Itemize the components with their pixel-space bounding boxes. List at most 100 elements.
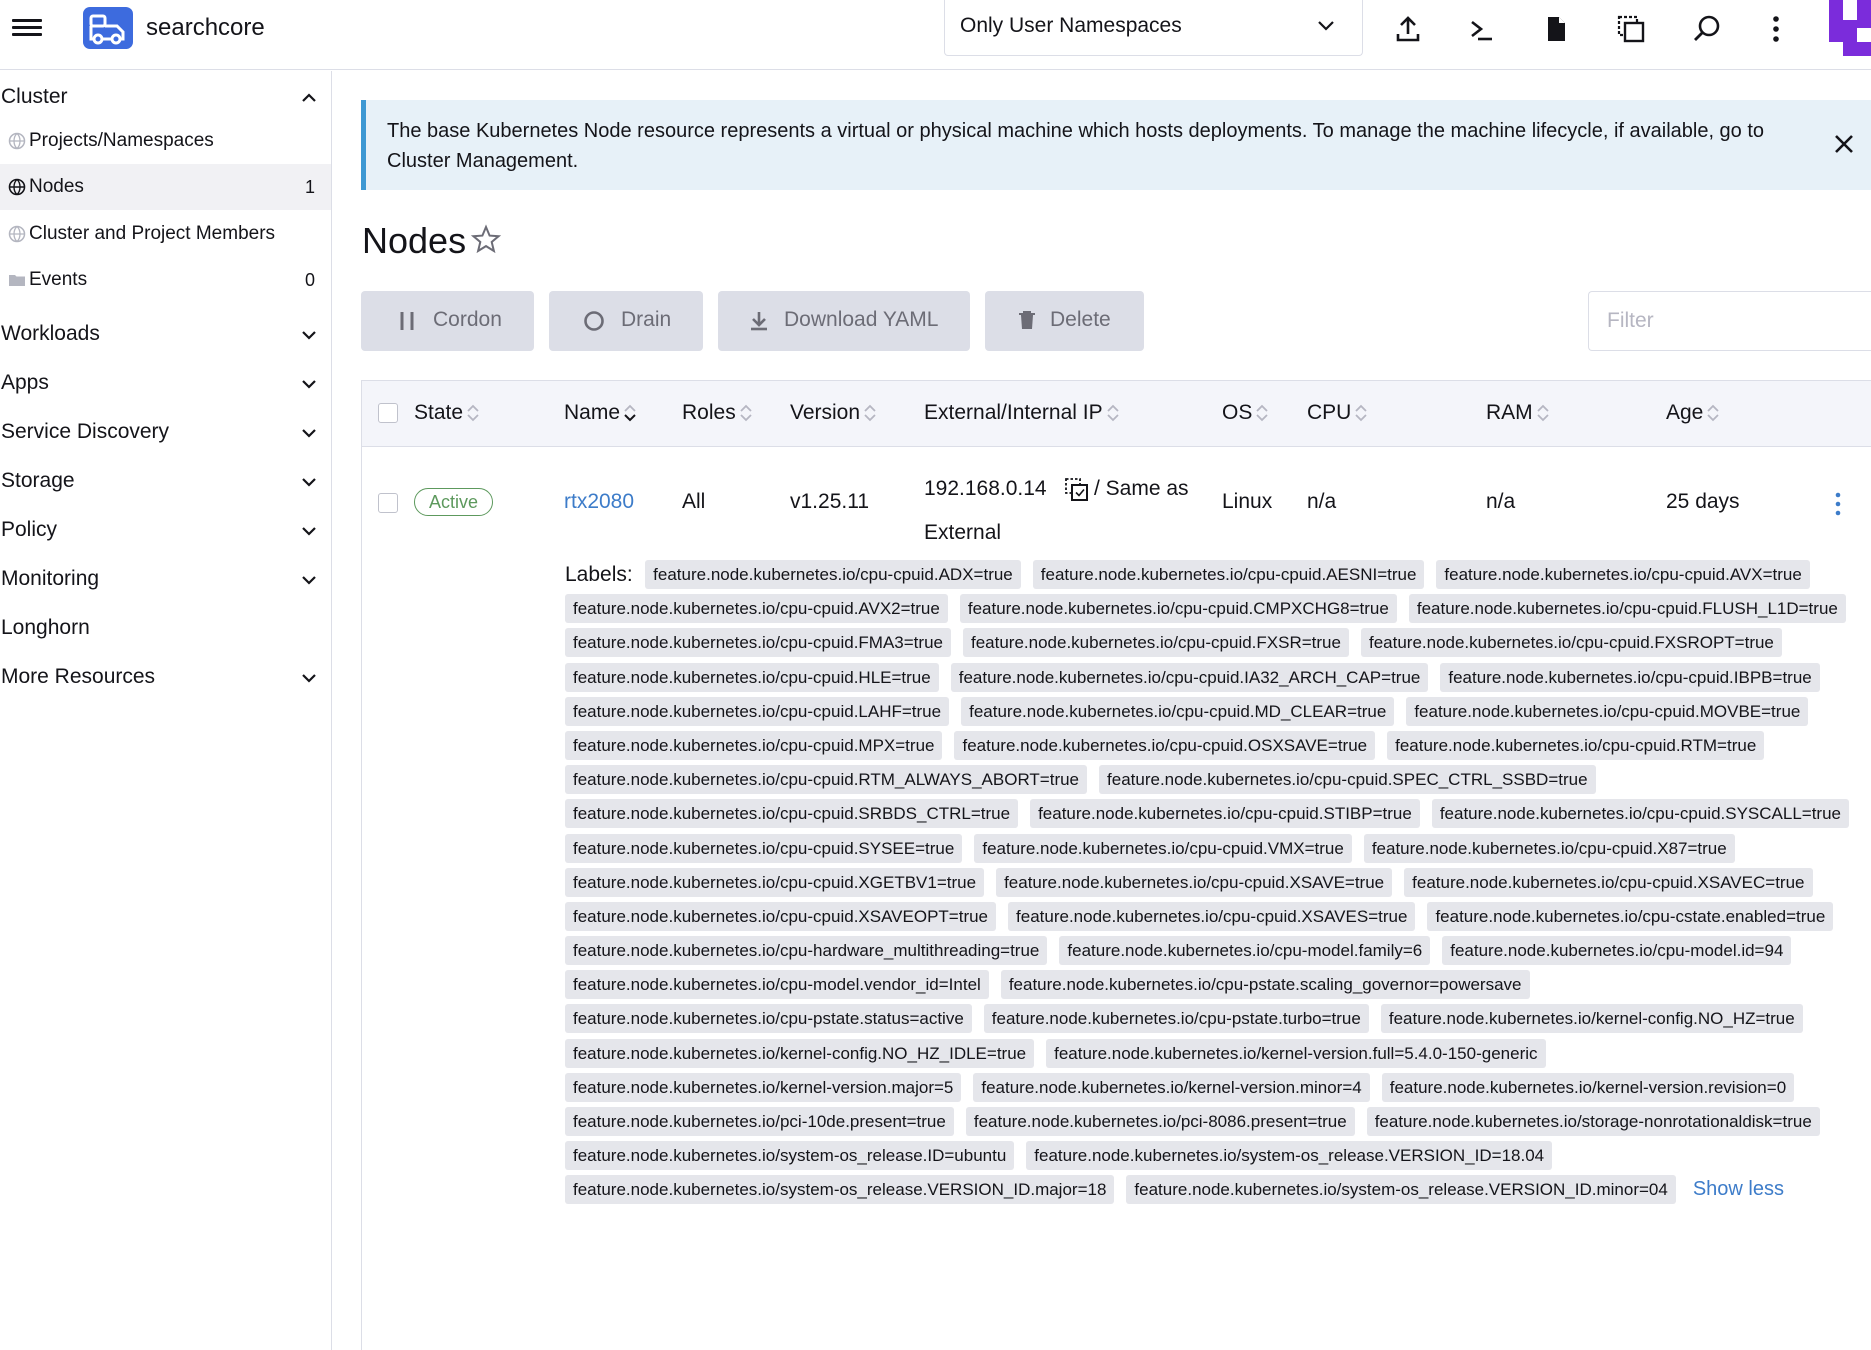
sidebar-group-label: Workloads [1,322,100,345]
label-chip: feature.node.kubernetes.io/kernel-versio… [973,1072,1370,1102]
pause-icon [400,312,414,330]
kubeconfig-file-icon[interactable] [1539,12,1573,46]
kubectl-shell-icon[interactable] [1464,12,1498,46]
sidebar-group-policy[interactable]: Policy [0,508,332,552]
column-header-os[interactable]: OS [1222,401,1270,425]
node-version: v1.25.11 [790,490,870,513]
sidebar-group-label: More Resources [1,665,156,688]
download-yaml-button[interactable]: Download YAML [718,291,970,351]
close-icon[interactable] [1830,130,1858,158]
chevron-down-icon [302,576,316,585]
sidebar-item-cluster-members[interactable]: Cluster and Project Members [0,211,331,257]
sidebar-group-longhorn[interactable]: Longhorn [0,606,332,650]
column-header-version[interactable]: Version [790,401,878,425]
sidebar-item-events[interactable]: Events 0 [0,257,331,303]
chevron-down-icon [302,429,316,438]
label-chip: feature.node.kubernetes.io/cpu-cpuid.XSA… [996,867,1393,897]
node-name-link[interactable]: rtx2080 [564,490,634,514]
more-options-icon[interactable] [1759,12,1793,46]
trash-icon [1019,311,1035,329]
label-chip: feature.node.kubernetes.io/storage-nonro… [1366,1107,1820,1136]
label-chip: feature.node.kubernetes.io/cpu-model.fam… [1059,936,1431,966]
sidebar-item-count: 0 [304,270,315,290]
sidebar-group-label: Service Discovery [1,420,170,443]
column-header-ram[interactable]: RAM [1486,401,1551,425]
namespace-filter-select[interactable]: Only User Namespaces [944,0,1363,56]
node-os: Linux [1222,490,1273,513]
sidebar-group-cluster[interactable]: Cluster [0,75,332,119]
chevron-down-icon [302,331,316,340]
chevron-down-icon [302,674,316,683]
node-internal-ip: / Same as [1094,477,1189,500]
sidebar-group-workloads[interactable]: Workloads [0,312,332,356]
label-chip: feature.node.kubernetes.io/cpu-cpuid.X87… [1363,833,1735,863]
sort-icon [467,405,479,422]
label-chip: feature.node.kubernetes.io/cpu-pstate.sc… [1000,970,1530,1000]
sort-icon [740,405,752,422]
favorite-star-icon[interactable] [470,224,502,256]
label-chip: feature.node.kubernetes.io/system-os_rel… [565,1175,1115,1205]
label-chip: feature.node.kubernetes.io/cpu-pstate.st… [565,1004,972,1034]
drain-button[interactable]: Drain [549,291,703,351]
filter-input[interactable] [1588,291,1871,351]
table-header: State Name Roles Version External/Intern… [362,381,1871,447]
column-header-roles[interactable]: Roles [682,401,754,425]
sidebar-group-label: Apps [1,371,49,394]
select-all-checkbox[interactable] [378,403,398,423]
sidebar-group-service-discovery[interactable]: Service Discovery [0,410,332,454]
node-internal-ip-cont: External [924,521,1002,544]
column-header-cpu[interactable]: CPU [1307,401,1369,425]
download-icon [751,312,767,331]
sort-icon [1256,405,1268,422]
label-chip: feature.node.kubernetes.io/cpu-cpuid.AVX… [565,594,948,624]
node-age: 25 days [1666,490,1740,513]
copy-icon[interactable] [1064,477,1090,503]
label-chip: feature.node.kubernetes.io/cpu-cpuid.OSX… [954,730,1376,760]
copy-kubeconfig-icon[interactable] [1614,12,1648,46]
label-chip: feature.node.kubernetes.io/cpu-cpuid.MD_… [961,696,1395,726]
sidebar: Cluster Projects/Namespaces Nodes 1 Clus… [0,71,332,1350]
label-chip: feature.node.kubernetes.io/cpu-cpuid.XSA… [565,901,997,931]
cluster-logo-icon[interactable] [83,7,133,49]
label-chip: feature.node.kubernetes.io/cpu-cpuid.STI… [1030,799,1420,829]
label-chip: feature.node.kubernetes.io/cpu-cpuid.SPE… [1099,765,1596,795]
show-less-link[interactable]: Show less [1693,1175,1784,1204]
label-chip: feature.node.kubernetes.io/cpu-cpuid.FLU… [1408,594,1846,624]
cordon-button[interactable]: Cordon [361,291,534,351]
sidebar-group-storage[interactable]: Storage [0,459,332,503]
user-avatar-icon[interactable] [1829,0,1871,56]
search-icon[interactable] [1690,12,1724,46]
label-chip: feature.node.kubernetes.io/cpu-cpuid.RTM… [1387,730,1765,760]
label-chip: feature.node.kubernetes.io/pci-8086.pres… [965,1107,1355,1136]
chevron-down-icon [302,527,316,536]
sidebar-group-apps[interactable]: Apps [0,361,332,405]
sort-icon [864,405,876,422]
globe-icon [8,178,26,196]
label-chip: feature.node.kubernetes.io/cpu-cpuid.MPX… [565,730,943,760]
sidebar-group-label: Cluster [1,85,68,108]
info-banner: The base Kubernetes Node resource repres… [361,100,1871,190]
label-chip: feature.node.kubernetes.io/kernel-config… [565,1038,1035,1068]
labels-title: Labels: [565,563,633,586]
sidebar-group-more-resources[interactable]: More Resources [0,655,332,699]
delete-button[interactable]: Delete [985,291,1144,351]
column-header-state[interactable]: State [414,401,481,425]
label-chip: feature.node.kubernetes.io/cpu-cpuid.SYS… [565,833,963,863]
sidebar-item-nodes[interactable]: Nodes 1 [0,164,331,210]
label-chip: feature.node.kubernetes.io/cpu-cpuid.VMX… [974,833,1352,863]
menu-icon[interactable] [12,16,42,46]
sort-icon [1355,405,1367,422]
sidebar-group-monitoring[interactable]: Monitoring [0,557,332,601]
download-yaml-button-label: Download YAML [784,308,939,331]
sidebar-item-projects-namespaces[interactable]: Projects/Namespaces [0,118,331,164]
label-chip: feature.node.kubernetes.io/kernel-config… [1380,1004,1803,1034]
column-header-ip[interactable]: External/Internal IP [924,401,1121,425]
row-actions-icon[interactable] [1828,491,1848,517]
label-chip: feature.node.kubernetes.io/pci-10de.pres… [565,1107,954,1136]
column-header-name[interactable]: Name [564,401,638,425]
label-chip: feature.node.kubernetes.io/cpu-cpuid.ADX… [645,560,1021,589]
label-chip: feature.node.kubernetes.io/cpu-cpuid.XSA… [1404,867,1813,897]
column-header-age[interactable]: Age [1666,401,1721,425]
row-checkbox[interactable] [378,493,398,513]
import-yaml-icon[interactable] [1391,12,1425,46]
